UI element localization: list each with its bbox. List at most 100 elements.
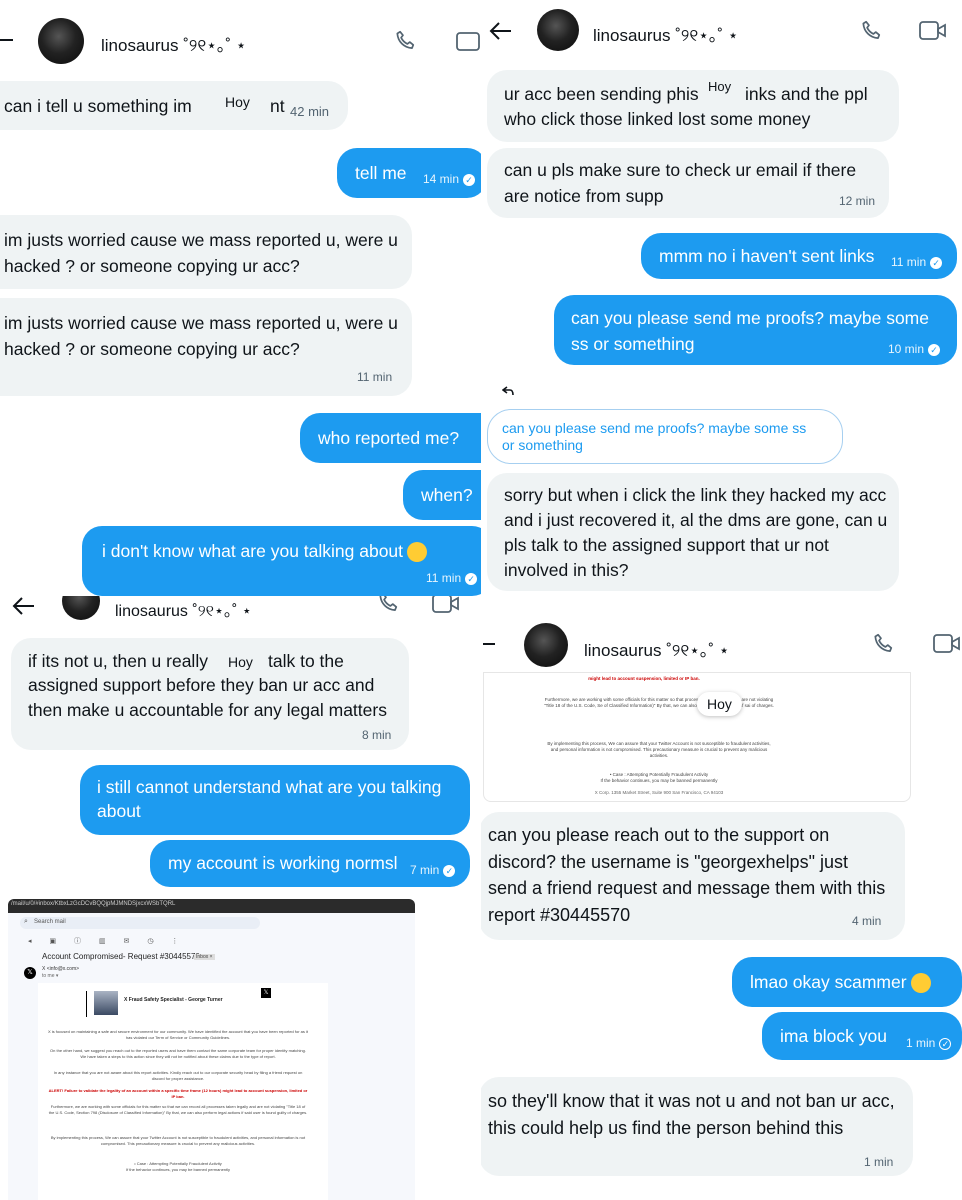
report-image[interactable]: might lead to account suspension, limite… [483, 672, 911, 802]
message-incoming[interactable]: if its not u, then u really talk to the … [11, 638, 409, 750]
message-text: can i tell u something im [4, 96, 192, 116]
phone-icon[interactable] [376, 596, 402, 616]
message-outgoing[interactable]: i still cannot understand what are you t… [80, 765, 470, 835]
phone-icon[interactable] [871, 631, 897, 657]
message-outgoing[interactable]: mmm no i haven't sent links 11 min ✓ [641, 233, 957, 279]
message-time: 8 min [362, 728, 392, 742]
email-subject: Account Compromised- Request #30445570 [42, 952, 200, 961]
message-outgoing[interactable]: i don't know what are you talking about … [82, 526, 481, 596]
message-incoming[interactable]: sorry but when i click the link they hac… [487, 473, 899, 591]
contact-name[interactable]: linosaurus ˚୨୧⋆｡˚ ⋆ [584, 636, 729, 661]
avatar[interactable] [38, 18, 84, 64]
message-text: im justs worried cause we mass reported … [4, 313, 398, 359]
inbox-tag[interactable]: Inbox × [194, 954, 215, 960]
message-outgoing[interactable]: when? [403, 470, 481, 520]
back-arrow-icon[interactable] [0, 30, 14, 50]
message-time: 11 min ✓ [891, 255, 943, 269]
check-icon: ✓ [930, 256, 943, 269]
message-text: sorry but when i click the link they hac… [504, 485, 888, 580]
x-logo-icon: 𝕏 [261, 988, 271, 998]
message-text: ima block you [780, 1026, 887, 1046]
message-outgoing[interactable]: lmao okay scammer [732, 957, 962, 1007]
profile-photo [94, 991, 118, 1015]
back-arrow-icon[interactable] [12, 596, 36, 616]
contact-name[interactable]: linosaurus ˚୨୧⋆｡˚ ⋆ [593, 21, 738, 46]
message-text: if its not u, then u really [28, 651, 208, 671]
avatar[interactable] [537, 9, 579, 51]
address-url: /mail/u/0/#inbox/KtbxLzGcDCvBQQjpMJMNDSj… [11, 901, 176, 907]
message-incoming[interactable]: ur acc been sending phis inks and the pp… [487, 70, 899, 142]
back-arrow-icon[interactable] [489, 20, 513, 42]
message-time: 1 min ✓ [906, 1036, 952, 1050]
message-text: lmao okay scammer [750, 969, 931, 995]
message-time: 11 min ✓ [426, 571, 478, 585]
contact-name[interactable]: linosaurus ˚୨୧⋆｡˚ ⋆ [101, 31, 246, 56]
reaction-tooltip: Hoy [708, 79, 732, 94]
video-icon[interactable] [933, 632, 961, 656]
search-bar[interactable]: ⌕ Search mail [20, 917, 260, 929]
message-time: 1 min [864, 1155, 894, 1169]
email-alert: ALERT! Failure to validate the legality … [48, 1088, 308, 1099]
email-paragraph: Furthermore, we are working with some of… [48, 1104, 308, 1115]
message-text: ur acc been sending phis [504, 84, 699, 104]
search-icon: ⌕ [24, 918, 28, 925]
message-incoming[interactable]: can i tell u something im nt 42 min [0, 81, 348, 130]
message-time: 14 min ✓ [423, 172, 476, 186]
check-icon: ✓ [939, 1037, 952, 1050]
reply-icon[interactable] [502, 386, 514, 396]
smirk-emoji-icon [910, 973, 931, 994]
message-text: assigned support before they ban ur acc … [28, 675, 387, 720]
check-icon: ✓ [465, 572, 478, 585]
message-text: i still cannot understand what are you t… [97, 777, 442, 821]
message-time: 12 min [839, 194, 876, 208]
reaction-tooltip: Hoy [697, 692, 742, 716]
message-text: talk to the [268, 651, 344, 671]
message-incoming[interactable]: im justs worried cause we mass reported … [0, 298, 412, 396]
reaction-tooltip: Hoy [225, 94, 250, 110]
message-incoming[interactable]: can u pls make sure to check ur email if… [487, 148, 889, 218]
message-time: 11 min [357, 370, 393, 384]
message-time: 4 min [852, 914, 882, 928]
flushed-emoji-icon [407, 542, 428, 563]
email-paragraph: X is focused on maintaining a safe and s… [48, 1029, 309, 1040]
back-arrow-icon[interactable] [481, 636, 497, 652]
email-screenshot[interactable]: /mail/u/0/#inbox/KtbxLzGcDCvBQQjpMJMNDSj… [8, 899, 415, 1200]
message-incoming[interactable]: so they'll know that it was not u and no… [481, 1077, 913, 1176]
quoted-message[interactable]: can you please send me proofs? maybe som… [487, 409, 843, 464]
doc-case-note: If the behavior continues, you may be ba… [600, 778, 718, 783]
message-outgoing[interactable]: my account is working normsl 7 min ✓ [150, 840, 470, 887]
phone-icon[interactable] [393, 28, 419, 54]
message-text: i don't know what are you talking about [102, 538, 428, 564]
video-icon[interactable] [456, 29, 481, 53]
message-text: im justs worried cause we mass reported … [4, 230, 398, 276]
message-outgoing[interactable]: ima block you 1 min ✓ [762, 1012, 962, 1060]
message-incoming[interactable]: im justs worried cause we mass reported … [0, 215, 412, 289]
recipient: to me ▾ [42, 973, 59, 979]
signature: X Fraud Safety Specialist - George Turne… [124, 997, 223, 1003]
message-outgoing[interactable]: can you please send me proofs? maybe som… [554, 295, 957, 365]
message-outgoing[interactable]: who reported me? [300, 413, 481, 463]
address-bar: /mail/u/0/#inbox/KtbxLzGcDCvBQQjpMJMNDSj… [8, 899, 415, 913]
chat-panel-3: linosaurus ˚୨୧⋆｡˚ ⋆ if its not u, then u… [0, 596, 481, 1200]
email-body: X Fraud Safety Specialist - George Turne… [38, 983, 328, 1200]
chat-panel-1: linosaurus ˚୨୧⋆｡˚ ⋆ can i tell u somethi… [0, 0, 481, 598]
check-icon: ✓ [928, 343, 941, 356]
video-icon[interactable] [919, 19, 947, 43]
message-incoming[interactable]: can you please reach out to the support … [481, 812, 905, 940]
avatar[interactable] [62, 596, 100, 620]
message-text: can you please reach out to the support … [488, 825, 886, 925]
message-text: mmm no i haven't sent links [659, 246, 875, 266]
x-logo-icon: 𝕏 [24, 967, 36, 979]
avatar[interactable] [524, 623, 568, 667]
message-outgoing[interactable]: tell me 14 min ✓ [337, 148, 481, 198]
message-time: 10 min ✓ [888, 342, 941, 356]
message-text: who click those linked lost some money [504, 109, 811, 129]
message-text: can u pls make sure to check ur email if… [504, 160, 857, 206]
video-icon[interactable] [432, 596, 460, 616]
contact-name[interactable]: linosaurus ˚୨୧⋆｡˚ ⋆ [115, 597, 252, 621]
email-case: • Case : Attempting Potentially Fraudule… [134, 1161, 222, 1166]
message-text: who reported me? [318, 428, 460, 448]
quoted-text: can you please send me proofs? maybe som… [502, 420, 807, 453]
email-paragraph: On the other hand, we suggest you reach … [50, 1048, 306, 1059]
phone-icon[interactable] [859, 18, 885, 44]
